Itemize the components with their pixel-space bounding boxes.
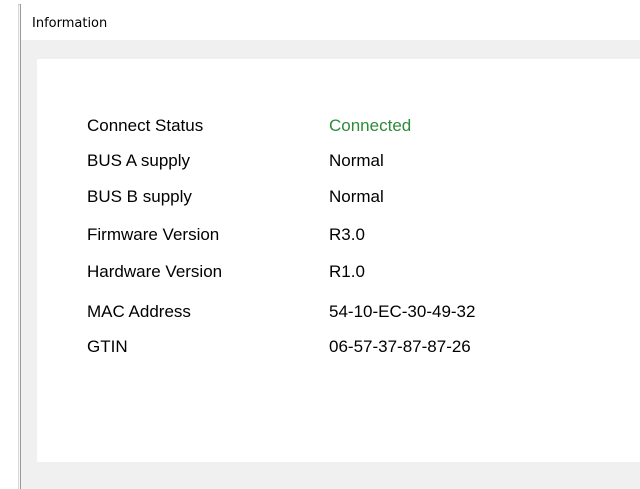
hardware-version-value: R1.0 bbox=[329, 262, 365, 281]
bus-a-supply-value: Normal bbox=[329, 151, 384, 170]
info-row-firmware-version: Firmware Version R3.0 bbox=[87, 225, 607, 249]
connect-status-value: Connected bbox=[329, 116, 412, 135]
information-dialog: Information Connect Status Connected BUS… bbox=[20, 4, 640, 489]
dialog-title: Information bbox=[32, 16, 108, 31]
mac-address-value: 54-10-EC-30-49-32 bbox=[329, 302, 476, 321]
info-panel: Connect Status Connected BUS A supply No… bbox=[37, 59, 640, 462]
info-row-hardware-version: Hardware Version R1.0 bbox=[87, 262, 607, 286]
bus-a-supply-label: BUS A supply bbox=[87, 151, 191, 170]
dialog-titlebar[interactable]: Information bbox=[21, 4, 640, 40]
hardware-version-label: Hardware Version bbox=[87, 262, 223, 281]
gtin-value: 06-57-37-87-87-26 bbox=[329, 337, 471, 356]
info-row-bus-b-supply: BUS B supply Normal bbox=[87, 187, 607, 211]
background-sidebar-edge bbox=[0, 0, 19, 489]
bus-b-supply-value: Normal bbox=[329, 187, 384, 206]
connect-status-label: Connect Status bbox=[87, 116, 204, 135]
firmware-version-label: Firmware Version bbox=[87, 225, 220, 244]
firmware-version-value: R3.0 bbox=[329, 225, 365, 244]
gtin-label: GTIN bbox=[87, 337, 128, 356]
mac-address-label: MAC Address bbox=[87, 302, 191, 321]
info-row-gtin: GTIN 06-57-37-87-87-26 bbox=[87, 337, 607, 361]
info-row-bus-a-supply: BUS A supply Normal bbox=[87, 151, 607, 175]
info-row-mac-address: MAC Address 54-10-EC-30-49-32 bbox=[87, 302, 607, 326]
bus-b-supply-label: BUS B supply bbox=[87, 187, 192, 206]
info-row-connect-status: Connect Status Connected bbox=[87, 116, 607, 140]
